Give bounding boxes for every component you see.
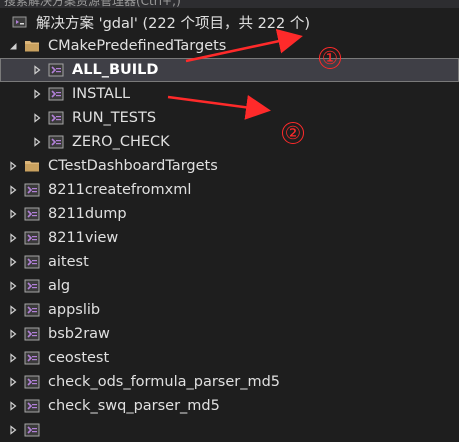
tree-item-label: appslib (48, 302, 101, 318)
tree-project-row[interactable]: alg (0, 274, 459, 298)
collapsed-chevron-icon[interactable] (6, 255, 20, 269)
collapsed-chevron-icon[interactable] (30, 111, 44, 125)
tree-item-label: aitest (48, 254, 89, 270)
tree-project-row[interactable]: aitest (0, 250, 459, 274)
project-icon (24, 254, 40, 270)
project-icon (48, 86, 64, 102)
project-icon (24, 302, 40, 318)
project-icon (24, 374, 40, 390)
tree-item-label: RUN_TESTS (72, 110, 157, 126)
collapsed-chevron-icon[interactable] (6, 183, 20, 197)
project-icon (24, 230, 40, 246)
project-icon (24, 206, 40, 222)
tree-project-row[interactable]: 8211dump (0, 202, 459, 226)
tree-project-row[interactable]: ALL_BUILD (0, 58, 459, 82)
collapsed-chevron-icon[interactable] (6, 279, 20, 293)
tree-item-label: ceostest (48, 350, 110, 366)
tree-project-row[interactable]: check_ods_formula_parser_md5 (0, 370, 459, 394)
annotation-number-1: ① (319, 47, 341, 69)
tree-project-row[interactable]: ceostest (0, 346, 459, 370)
collapsed-chevron-icon[interactable] (6, 303, 20, 317)
tree-item-label: 8211dump (48, 206, 127, 222)
project-icon (24, 278, 40, 294)
tree-item-label: ALL_BUILD (72, 62, 159, 78)
tree-project-row[interactable]: 8211view (0, 226, 459, 250)
collapsed-chevron-icon[interactable] (6, 207, 20, 221)
collapsed-chevron-icon[interactable] (6, 423, 20, 437)
collapsed-chevron-icon[interactable] (6, 375, 20, 389)
tree-item-label: ZERO_CHECK (72, 134, 170, 150)
search-bar-cut[interactable]: 搜索解决方案资源管理器(Ctrl+;) (0, 0, 459, 8)
tree-item-label: CTestDashboardTargets (48, 158, 218, 174)
project-icon (24, 398, 40, 414)
collapsed-chevron-icon[interactable] (6, 351, 20, 365)
collapsed-chevron-icon[interactable] (30, 135, 44, 149)
tree-project-row[interactable]: check_swq_parser_md5 (0, 394, 459, 418)
tree-item-label: check_swq_parser_md5 (48, 398, 220, 414)
folder-icon (24, 158, 40, 174)
project-icon (24, 182, 40, 198)
tree-item-label: alg (48, 278, 71, 294)
collapsed-chevron-icon[interactable] (6, 399, 20, 413)
tree-folder-row[interactable]: CMakePredefinedTargets (0, 34, 459, 58)
tree-project-row[interactable]: 8211createfromxml (0, 178, 459, 202)
tree-project-row[interactable] (0, 418, 459, 442)
tree-project-row[interactable]: bsb2raw (0, 322, 459, 346)
collapsed-chevron-icon[interactable] (30, 63, 44, 77)
collapsed-chevron-icon[interactable] (6, 327, 20, 341)
tree-project-row[interactable]: RUN_TESTS (0, 106, 459, 130)
project-icon (24, 422, 40, 438)
tree-item-label: INSTALL (72, 86, 131, 102)
project-icon (48, 134, 64, 150)
tree-project-row[interactable]: ZERO_CHECK (0, 130, 459, 154)
tree-item-label: 8211view (48, 230, 119, 246)
search-placeholder: 搜索解决方案资源管理器(Ctrl+;) (4, 0, 181, 8)
solution-label: 解决方案 'gdal' (222 个项目，共 222 个) (36, 15, 311, 32)
tree-item-label: CMakePredefinedTargets (48, 38, 227, 54)
tree-item-label: 8211createfromxml (48, 182, 192, 198)
tree-item-label: bsb2raw (48, 326, 110, 342)
project-icon (24, 326, 40, 342)
collapsed-chevron-icon[interactable] (30, 87, 44, 101)
solution-icon (12, 14, 28, 30)
collapsed-chevron-icon[interactable] (6, 159, 20, 173)
project-icon (24, 350, 40, 366)
expanded-chevron-icon[interactable] (6, 39, 20, 53)
collapsed-chevron-icon[interactable] (6, 231, 20, 245)
project-icon (48, 62, 64, 78)
solution-root[interactable]: 解决方案 'gdal' (222 个项目，共 222 个) (0, 10, 459, 34)
tree-project-row[interactable]: appslib (0, 298, 459, 322)
annotation-number-2: ② (282, 122, 304, 144)
folder-icon (24, 38, 40, 54)
tree-folder-row[interactable]: CTestDashboardTargets (0, 154, 459, 178)
tree-item-label: check_ods_formula_parser_md5 (48, 374, 281, 390)
tree-project-row[interactable]: INSTALL (0, 82, 459, 106)
project-icon (48, 110, 64, 126)
